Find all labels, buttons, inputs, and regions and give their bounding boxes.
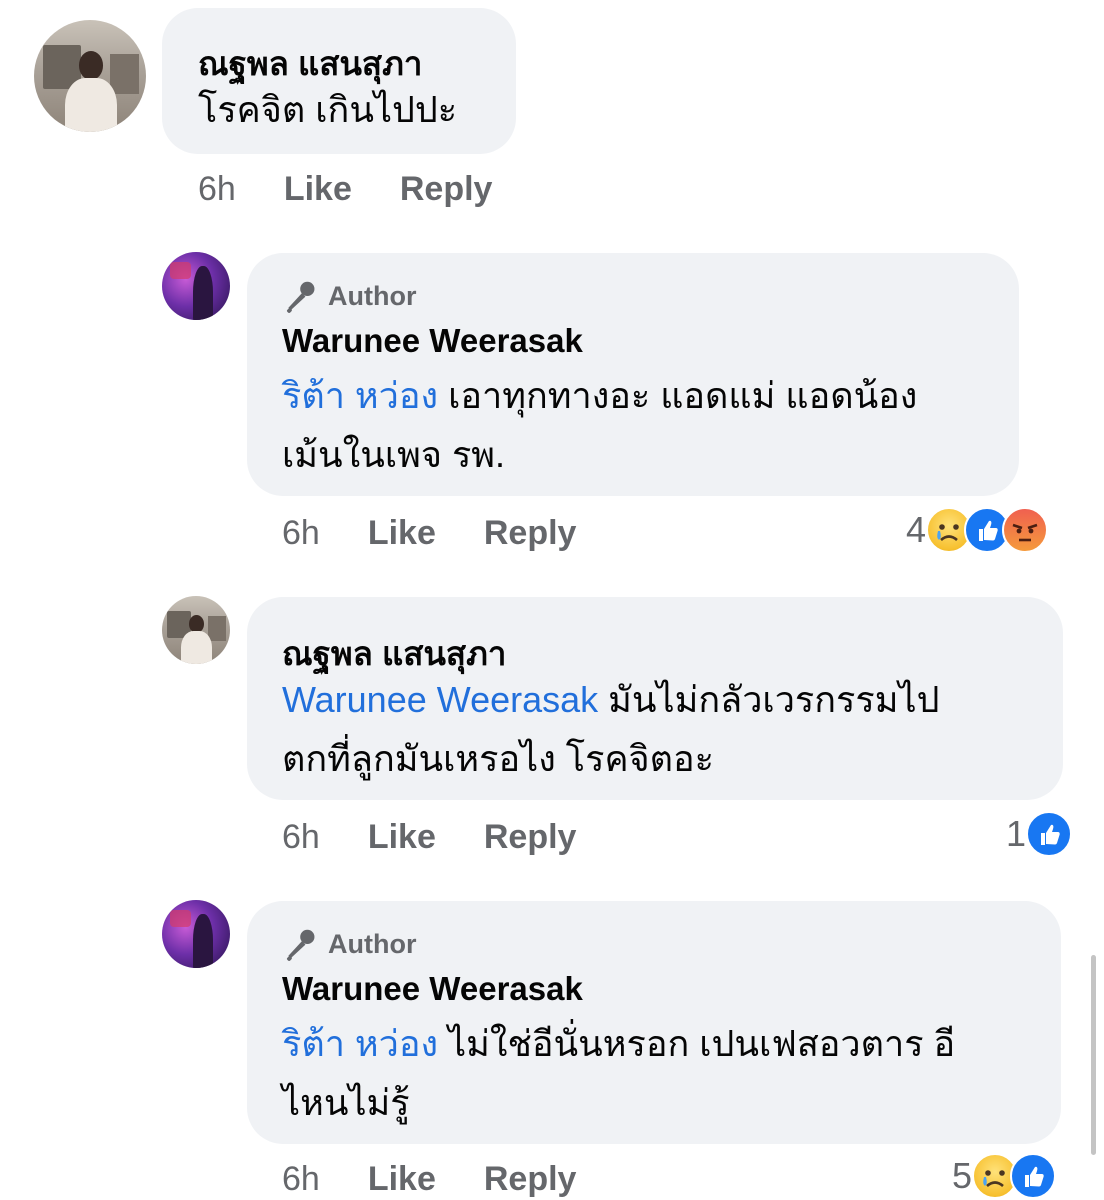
microphone-icon — [286, 281, 315, 313]
comment-line: เอาทุกทางอะ แอดแม่ แอดน้อง — [438, 375, 918, 416]
comment-author-name[interactable]: Warunee Weerasak — [282, 322, 583, 360]
reaction-count: 1 — [1006, 813, 1027, 854]
reply-button[interactable]: Reply — [400, 170, 493, 209]
comment-text: ริต้า หว่อง ไม่ใช่อีนั่นหรอก เปนเฟสอวตาร… — [282, 1014, 955, 1132]
reaction-summary[interactable]: 1 — [1006, 811, 1073, 857]
mention-link[interactable]: ริต้า หว่อง — [282, 375, 438, 416]
like-button[interactable]: Like — [284, 170, 352, 209]
comment-author-name[interactable]: Warunee Weerasak — [282, 970, 583, 1008]
angry-icon — [1002, 507, 1049, 553]
avatar[interactable] — [162, 596, 230, 664]
reaction-summary[interactable]: 5 — [952, 1153, 1057, 1199]
comment-timestamp[interactable]: 6h — [282, 514, 320, 553]
comment-line: ไหนไม่รู้ — [282, 1082, 410, 1123]
author-badge: Author — [282, 925, 416, 963]
comment-timestamp[interactable]: 6h — [198, 170, 236, 209]
comment-text: Warunee Weerasak มันไม่กลัวเวรกรรมไป ตกท… — [282, 670, 939, 788]
microphone-icon — [286, 929, 315, 961]
reply-button[interactable]: Reply — [484, 514, 577, 553]
mention-link[interactable]: Warunee Weerasak — [282, 679, 598, 720]
reply-button[interactable]: Reply — [484, 1160, 577, 1199]
comment-actions: 6h Like Reply — [282, 818, 576, 857]
comment-line: เม้นในเพจ รพ. — [282, 434, 506, 475]
avatar[interactable] — [162, 252, 230, 320]
reaction-count: 5 — [952, 1155, 973, 1196]
reply-button[interactable]: Reply — [484, 818, 577, 857]
scrollbar[interactable] — [1091, 955, 1096, 1155]
comment-line: ตกที่ลูกมันเหรอไง โรคจิตอะ — [282, 738, 714, 779]
comment-text: ริต้า หว่อง เอาทุกทางอะ แอดแม่ แอดน้อง เ… — [282, 366, 917, 484]
like-button[interactable]: Like — [368, 818, 436, 857]
comment-line: โรคจิต เกินไปปะ — [198, 89, 458, 130]
like-icon — [1010, 1153, 1057, 1199]
like-icon — [1026, 811, 1073, 857]
comment-line: มันไม่กลัวเวรกรรมไป — [598, 679, 940, 720]
comment-line: ไม่ใช่อีนั่นหรอก เปนเฟสอวตาร อี — [438, 1023, 956, 1064]
comment-actions: 6h Like Reply — [198, 170, 492, 209]
mention-link[interactable]: ริต้า หว่อง — [282, 1023, 438, 1064]
author-badge-label: Author — [328, 280, 417, 311]
like-button[interactable]: Like — [368, 1160, 436, 1199]
comment-text: โรคจิต เกินไปปะ — [198, 80, 457, 139]
reaction-count: 4 — [906, 509, 927, 550]
author-badge: Author — [282, 277, 416, 315]
avatar[interactable] — [162, 900, 230, 968]
comment-timestamp[interactable]: 6h — [282, 1160, 320, 1199]
comment-timestamp[interactable]: 6h — [282, 818, 320, 857]
comment-actions: 6h Like Reply — [282, 514, 576, 553]
author-badge-label: Author — [328, 928, 417, 959]
comment-actions: 6h Like Reply — [282, 1160, 576, 1199]
reaction-summary[interactable]: 4 — [906, 507, 1049, 553]
avatar[interactable] — [34, 20, 146, 132]
like-button[interactable]: Like — [368, 514, 436, 553]
